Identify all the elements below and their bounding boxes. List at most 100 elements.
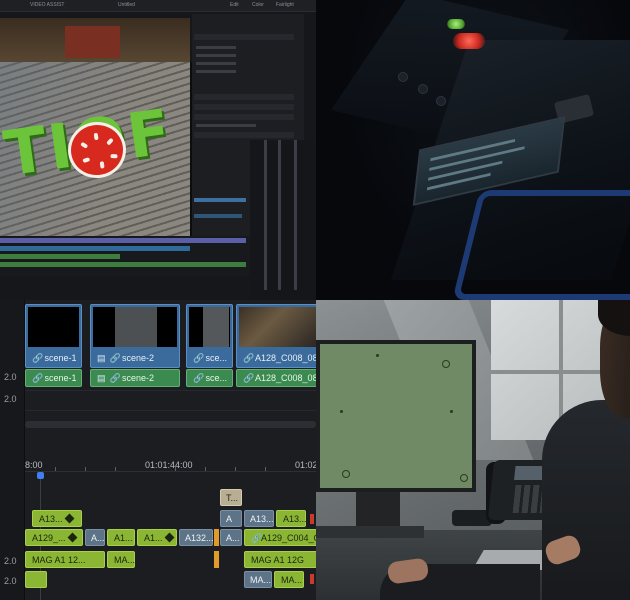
clip-label: A129_... [32, 532, 77, 543]
topbar-item[interactable]: Color [252, 2, 264, 8]
audio-clip[interactable]: MA... [107, 551, 135, 568]
audio-clip[interactable]: MA... [274, 571, 304, 588]
track-label: 2.0 [4, 372, 17, 382]
audio-clip[interactable]: MA... [244, 571, 272, 588]
knob-icon [436, 96, 446, 106]
viewer-frame [65, 26, 120, 58]
topbar-item[interactable]: Untitled [118, 2, 135, 8]
clip-label: A13... [39, 513, 74, 524]
media-clip[interactable]: A... [85, 529, 105, 546]
audio-meter [294, 140, 297, 290]
transition-marker[interactable] [214, 529, 219, 546]
inspector-section-header[interactable] [194, 94, 294, 100]
clip-label: A1... [144, 532, 174, 543]
inspector-field[interactable] [196, 124, 256, 127]
media-clip[interactable]: A13... [32, 510, 82, 527]
video-clip[interactable]: ▤ 🔗 scene-2 [90, 304, 180, 368]
topbar-item[interactable]: Edit [230, 2, 239, 8]
timeline-clip[interactable] [194, 198, 246, 202]
media-clip[interactable]: A1... [137, 529, 177, 546]
marker-icon[interactable] [310, 514, 314, 524]
film-icon: ▤ [97, 373, 106, 383]
clip-label: ▤ 🔗 scene-2 [97, 353, 155, 363]
track-label: 2.0 [4, 576, 17, 586]
inspector-section-header[interactable] [194, 114, 294, 120]
video-clip[interactable]: 🔗 A128_C008_08 [236, 304, 316, 368]
ruler-tick [265, 467, 266, 471]
clip-label: A13... [250, 514, 274, 524]
inspector-field[interactable] [196, 62, 236, 65]
audio-meter [264, 140, 267, 290]
video-clip[interactable]: 🔗 sce... [186, 304, 233, 368]
link-icon: 🔗 [32, 353, 44, 363]
ruler-tick [235, 467, 236, 471]
audio-clip[interactable]: 🔗 sce... [186, 369, 233, 387]
timeline-clip[interactable] [0, 246, 190, 251]
track-header-column: 2.0 2.0 2.0 2.0 [0, 300, 25, 600]
media-clip[interactable]: A [220, 510, 242, 527]
seed-icon [80, 141, 89, 149]
audio-meter [278, 140, 281, 290]
timeline-scrollbar[interactable] [25, 421, 316, 428]
audio-clip[interactable]: 🔗 scene-1 [25, 369, 82, 387]
transition-marker[interactable] [214, 551, 219, 568]
ruler-tick [115, 467, 116, 471]
topbar-item[interactable]: Fairlight [276, 2, 294, 8]
media-clip[interactable]: 🔗A129_C004_C [244, 529, 316, 546]
track-label: 2.0 [4, 556, 17, 566]
clip-label: MAG A1 12... [32, 555, 86, 565]
clip-thumbnail [28, 307, 79, 347]
inspector-field[interactable] [196, 46, 236, 49]
timeline-clip[interactable] [0, 262, 246, 267]
clip-label: 🔗A129_C004_C [251, 533, 316, 543]
inspector-section-header[interactable] [194, 104, 294, 110]
audio-clip[interactable]: MAG A1 12G [244, 551, 316, 568]
timecode-ruler[interactable]: 8:00 01:01:44:00 01:02 [25, 450, 316, 472]
tracking-dot [376, 354, 379, 357]
clip-label: MAG A1 12G [251, 555, 305, 565]
knob-icon [398, 72, 408, 82]
timecode-label: 8:00 [25, 460, 43, 470]
media-clip[interactable]: A13... [276, 510, 307, 527]
title-clip[interactable]: T... [220, 489, 242, 506]
editor-screen-photo: VIDEO ASSIST Untitled Edit Color Fairlig… [0, 0, 316, 300]
timecode-label: 01:01:44:00 [145, 460, 193, 470]
marker-icon[interactable] [310, 574, 314, 584]
audio-clip[interactable]: 🔗 A128_C008_08 [236, 369, 316, 387]
media-clip[interactable]: A132... [179, 529, 214, 546]
audio-clip[interactable]: ▤ 🔗 scene-2 [90, 369, 180, 387]
audio-clip[interactable]: MAG A1 12... [25, 551, 105, 568]
timeline-tracks [0, 236, 250, 276]
media-clip[interactable]: A13... [244, 510, 274, 527]
clip-label: ▤ 🔗 scene-2 [97, 373, 155, 383]
inspector-section-header[interactable] [194, 34, 294, 40]
playhead-marker[interactable] [37, 472, 44, 479]
clip-thumbnail [239, 307, 316, 347]
media-clip[interactable]: A... [220, 529, 242, 546]
green-screen-monitor [316, 340, 476, 492]
office-photo [316, 300, 630, 600]
timeline-clip[interactable] [194, 214, 242, 218]
editor-top-bar: VIDEO ASSIST Untitled Edit Color Fairlig… [0, 0, 316, 12]
inspector-field[interactable] [196, 54, 236, 57]
seed-icon [99, 161, 105, 169]
link-icon: 🔗 [109, 373, 121, 383]
ruler-tick [85, 467, 86, 471]
clip-label: 🔗 sce... [193, 353, 228, 363]
inspector-field[interactable] [196, 70, 236, 73]
topbar-item[interactable]: VIDEO ASSIST [30, 2, 64, 8]
tracking-marker-icon [342, 470, 350, 478]
inspector-section-header[interactable] [194, 132, 294, 138]
clip-thumbnail [93, 307, 177, 347]
video-clip[interactable]: 🔗 scene-1 [25, 304, 82, 368]
timeline-clip[interactable] [0, 254, 120, 259]
audio-clip[interactable] [25, 571, 47, 588]
link-icon: 🔗 [193, 353, 205, 363]
tracking-dot [450, 410, 453, 413]
link-icon: 🔗 [109, 353, 121, 363]
clip-label: A1... [114, 533, 133, 543]
media-clip[interactable]: A1... [107, 529, 135, 546]
timeline-clip[interactable] [0, 238, 246, 243]
media-clip[interactable]: A129_... [25, 529, 83, 546]
clip-label: A13... [283, 514, 307, 524]
